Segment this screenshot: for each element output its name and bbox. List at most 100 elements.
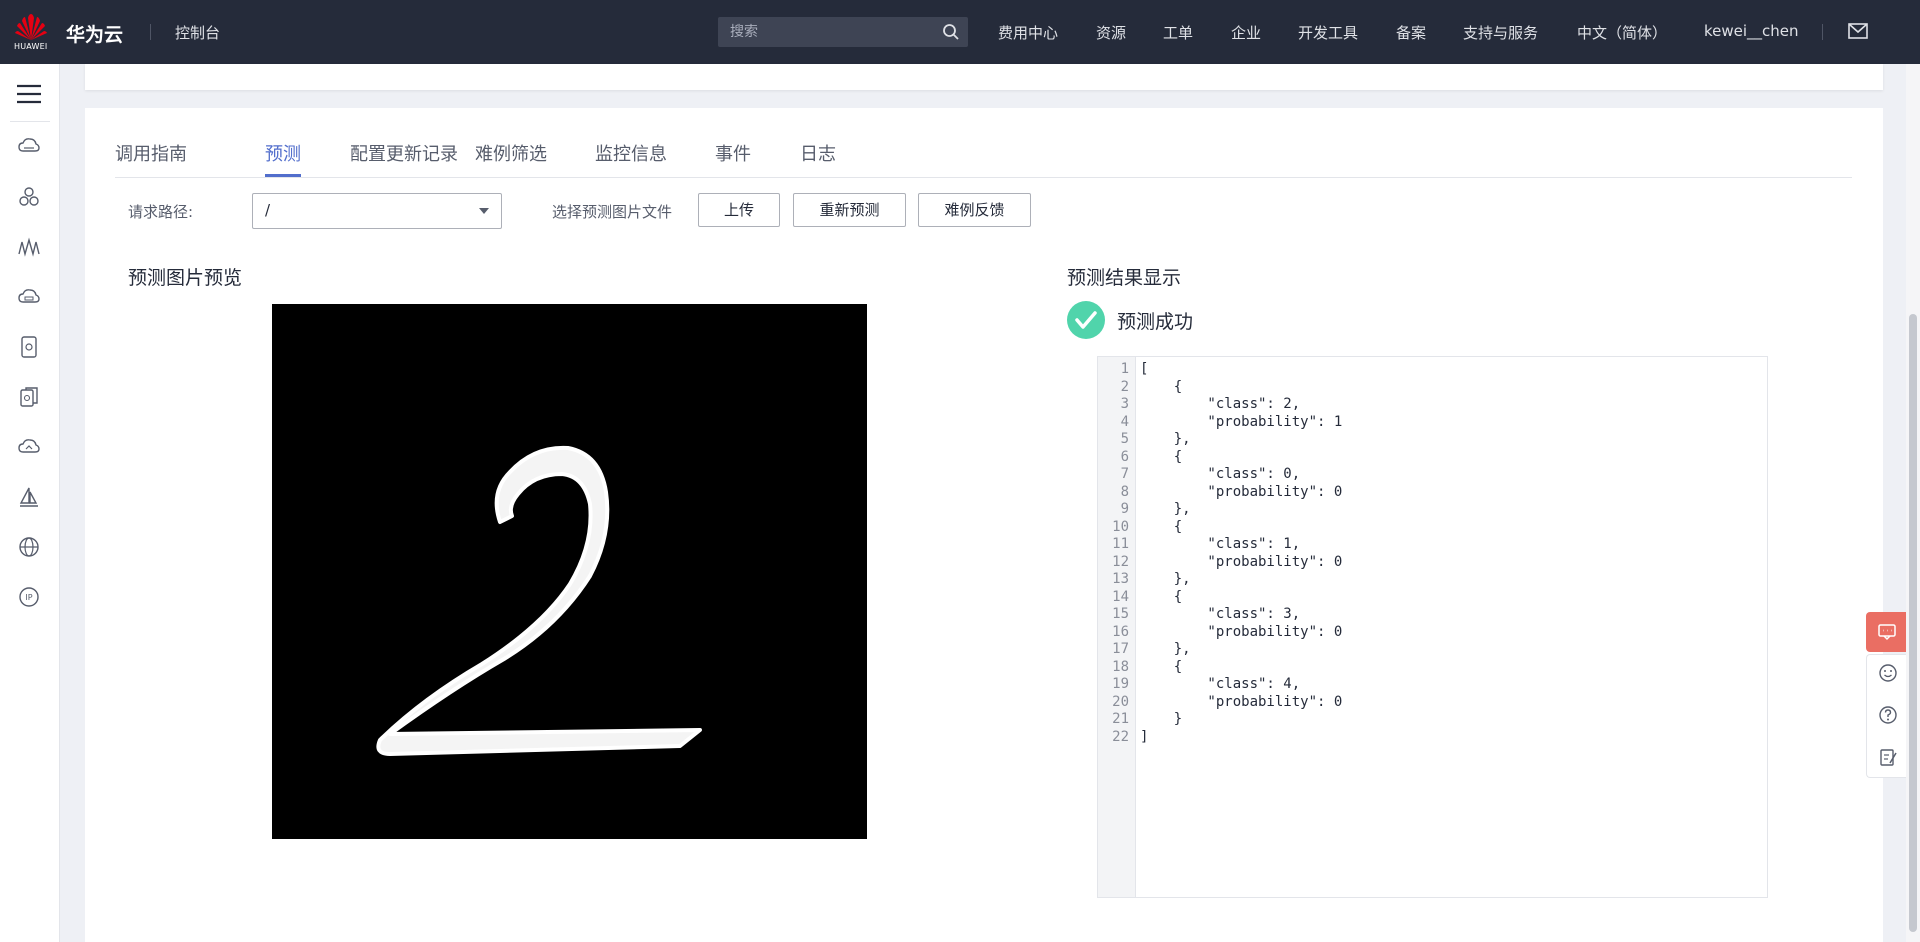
code-line: "probability": 0 (1140, 553, 1343, 570)
nav-support[interactable]: 支持与服务 (1463, 22, 1538, 43)
chevron-down-icon (479, 208, 489, 214)
line-number: 5 (1120, 431, 1129, 447)
code-line: "class": 0, (1140, 466, 1301, 482)
page-scrollbar[interactable] (1906, 64, 1920, 942)
globe-icon[interactable] (18, 536, 40, 558)
tab-logs[interactable]: 日志 (800, 140, 836, 166)
brand-name[interactable]: 华为云 (66, 20, 123, 47)
line-number: 7 (1120, 466, 1129, 482)
cluster-icon[interactable] (18, 186, 40, 208)
code-line: }, (1140, 571, 1191, 587)
check-circle-icon (1067, 301, 1105, 339)
line-number: 4 (1120, 413, 1129, 430)
search-input[interactable] (718, 17, 952, 47)
help-icon[interactable] (1878, 705, 1898, 725)
prediction-result-code-editor[interactable]: 1 2 3 4 5 6 7 8 9 10 11 12 13 14 15 16 17 18 19 20 21 22 [ { … (1097, 356, 1768, 898)
code-line: { (1140, 518, 1183, 535)
nav-dev-tools[interactable]: 开发工具 (1298, 22, 1358, 43)
scrollbar-thumb[interactable] (1909, 314, 1917, 932)
line-number: 17 (1112, 641, 1129, 657)
code-line: }, (1140, 431, 1191, 447)
search-box (718, 17, 968, 47)
cloud-storage-icon[interactable] (18, 286, 40, 308)
line-number: 16 (1112, 623, 1129, 640)
top-navigation-bar: HUAWEI 华为云 控制台 费用中心 资源 工单 企业 开发工具 备案 支持与… (0, 0, 1920, 64)
code-line: }, (1140, 501, 1191, 517)
code-line: { (1140, 588, 1183, 605)
line-number-gutter: 1 2 3 4 5 6 7 8 9 10 11 12 13 14 15 16 17 18 19 20 21 22 (1098, 357, 1136, 897)
edit-feedback-icon[interactable] (1878, 747, 1898, 767)
mail-icon[interactable] (1848, 23, 1868, 39)
line-number: 19 (1112, 676, 1129, 692)
floating-tools-panel (1866, 654, 1908, 778)
console-link[interactable]: 控制台 (175, 22, 220, 43)
tab-call-guide[interactable]: 调用指南 (115, 140, 187, 166)
tab-prediction[interactable]: 预测 (265, 140, 301, 166)
code-line: "probability": 1 (1140, 413, 1343, 430)
line-number: 22 (1112, 728, 1129, 745)
smiley-feedback-icon[interactable] (1878, 663, 1898, 683)
line-number: 14 (1112, 588, 1129, 605)
documents-icon[interactable] (18, 386, 40, 408)
upload-button[interactable]: 上传 (698, 193, 780, 227)
sailboat-icon[interactable] (18, 486, 40, 508)
search-icon[interactable] (942, 23, 960, 41)
result-title: 预测结果显示 (1067, 267, 1182, 289)
line-number: 11 (1112, 536, 1129, 552)
code-line: "class": 3, (1140, 606, 1301, 622)
ip-icon[interactable]: IP (18, 586, 40, 608)
cloud-upload-icon[interactable] (18, 436, 40, 458)
line-number: 12 (1112, 553, 1129, 570)
request-path-select[interactable]: / (252, 193, 502, 229)
tab-hard-example-filter[interactable]: 难例筛选 (475, 140, 547, 166)
header-divider (150, 24, 151, 40)
nav-billing[interactable]: 费用中心 (998, 22, 1058, 43)
code-line: "class": 1, (1140, 536, 1301, 552)
line-number: 10 (1112, 518, 1129, 535)
tab-bar: 调用指南 预测 配置更新记录 难例筛选 监控信息 事件 日志 (115, 108, 1852, 178)
prediction-image-preview (272, 304, 867, 839)
rail-separator (10, 121, 50, 122)
code-line: { (1140, 378, 1183, 395)
line-number: 15 (1112, 606, 1129, 622)
code-line: { (1140, 658, 1183, 675)
nav-tickets[interactable]: 工单 (1163, 22, 1193, 43)
line-number: 18 (1112, 658, 1129, 675)
logo-text: HUAWEI (14, 42, 48, 51)
waveform-icon[interactable] (18, 236, 40, 258)
code-line: "probability": 0 (1140, 623, 1343, 640)
nav-resources[interactable]: 资源 (1096, 22, 1126, 43)
container-icon[interactable] (18, 336, 40, 358)
line-number: 9 (1120, 501, 1129, 517)
prediction-success-text: 预测成功 (1117, 311, 1194, 333)
hard-example-feedback-button[interactable]: 难例反馈 (918, 193, 1031, 227)
nav-filing[interactable]: 备案 (1396, 22, 1426, 43)
cloud-server-icon[interactable] (18, 136, 40, 158)
code-line: "probability": 0 (1140, 483, 1343, 500)
active-tab-indicator (265, 174, 301, 177)
header-divider (1822, 24, 1823, 40)
left-service-rail: IP (0, 64, 60, 942)
nav-language[interactable]: 中文（简体） (1577, 22, 1667, 43)
tab-config-history[interactable]: 配置更新记录 (350, 140, 458, 166)
code-line: "class": 2, (1140, 396, 1301, 412)
nav-enterprise[interactable]: 企业 (1231, 22, 1261, 43)
nav-username[interactable]: kewei__chen (1704, 22, 1799, 40)
floating-toolbar (1866, 612, 1908, 778)
code-line: "class": 4, (1140, 676, 1301, 692)
code-line: } (1140, 711, 1183, 727)
line-number: 21 (1112, 711, 1129, 727)
svg-text:IP: IP (25, 593, 32, 602)
select-image-label: 选择预测图片文件 (552, 203, 673, 221)
menu-icon[interactable] (15, 82, 43, 106)
chat-button[interactable] (1866, 612, 1908, 652)
code-line: [ (1140, 361, 1149, 377)
tab-monitoring[interactable]: 监控信息 (595, 140, 667, 166)
line-number: 2 (1120, 378, 1129, 395)
line-number: 1 (1120, 361, 1129, 377)
line-number: 20 (1112, 693, 1129, 710)
repredict-button[interactable]: 重新预测 (793, 193, 906, 227)
line-number: 13 (1112, 571, 1129, 587)
tab-events[interactable]: 事件 (715, 140, 751, 166)
chat-message-icon (1878, 624, 1896, 641)
